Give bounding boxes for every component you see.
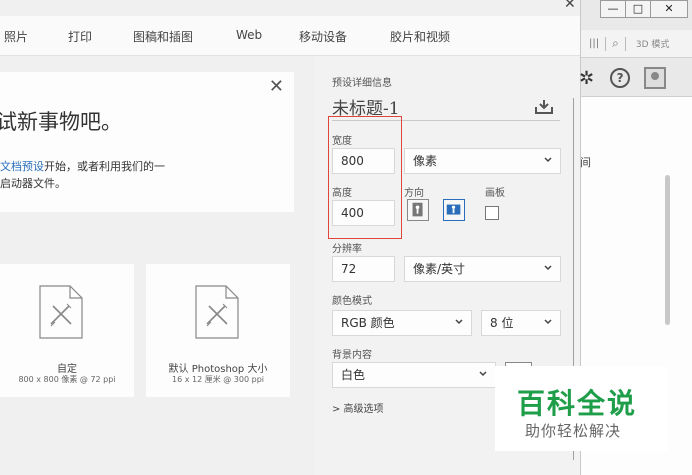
- chevron-down-icon: [544, 319, 552, 325]
- chevron-down-icon: [544, 265, 552, 271]
- resolution-unit-value: 像素/英寸: [413, 262, 466, 276]
- welcome-line1: 开始，或者利用我们的一: [44, 160, 165, 173]
- document-icon: [195, 285, 239, 339]
- size-highlight-box: [328, 116, 402, 239]
- background-contents-value: 白色: [341, 368, 366, 382]
- background-contents-select[interactable]: 白色: [332, 362, 496, 388]
- preset-name: 自定: [57, 364, 77, 375]
- tab-photo[interactable]: 照片: [4, 28, 28, 45]
- preset-card-default-photoshop[interactable]: 默认 Photoshop 大小 16 x 12 厘米 @ 300 ppi: [146, 264, 290, 397]
- chevron-down-icon: [544, 157, 552, 163]
- color-mode-value: RGB 颜色: [341, 316, 395, 330]
- preset-name: 默认 Photoshop 大小: [168, 364, 268, 375]
- portrait-icon: [412, 202, 423, 217]
- toolbar-divider: [605, 36, 607, 51]
- portrait-orientation-button[interactable]: [407, 199, 429, 221]
- preset-size: 800 x 800 像素 @ 72 ppi: [18, 375, 116, 384]
- user-icon[interactable]: [644, 67, 667, 89]
- welcome-text: 文档预设开始，或者利用我们的一 启动器文件。: [0, 158, 165, 192]
- document-icon: [39, 285, 83, 339]
- toolbar-divider: [624, 36, 626, 51]
- resolution-label: 分辨率: [332, 244, 362, 255]
- document-presets-link[interactable]: 文档预设: [0, 160, 44, 173]
- header-icons: ✲ ?: [579, 62, 692, 94]
- watermark-title: 百科全说: [517, 387, 638, 420]
- window-close-button[interactable]: ✕: [650, 0, 688, 18]
- options-toolbar: ||| ⌕ 3D 模式: [581, 30, 692, 58]
- close-icon[interactable]: ✕: [269, 76, 284, 97]
- save-preset-icon[interactable]: [535, 100, 553, 114]
- welcome-line2: 启动器文件。: [0, 177, 66, 190]
- color-mode-label: 颜色模式: [332, 296, 372, 307]
- color-mode-select[interactable]: RGB 颜色: [332, 310, 472, 336]
- tab-web[interactable]: Web: [236, 28, 262, 42]
- background-scrollbar[interactable]: [665, 175, 670, 325]
- gear-icon[interactable]: ✲: [579, 68, 594, 89]
- tab-film-video[interactable]: 胶片和视频: [390, 28, 450, 45]
- search-icon[interactable]: ⌕: [612, 36, 619, 51]
- tab-mobile[interactable]: 移动设备: [299, 28, 347, 45]
- artboard-checkbox[interactable]: [485, 206, 499, 220]
- help-icon[interactable]: ?: [610, 68, 631, 88]
- bit-depth-value: 8 位: [490, 316, 514, 330]
- presets-area: ✕ 试新事物吧。 文档预设开始，或者利用我们的一 启动器文件。 自定 800 x…: [0, 56, 315, 475]
- background-text-fragment: 间: [580, 156, 591, 169]
- background-contents-label: 背景内容: [332, 350, 372, 361]
- watermark-subtitle: 助你轻松解决: [525, 422, 622, 440]
- watermark: 百科全说 助你轻松解决: [495, 366, 667, 451]
- preset-card-custom[interactable]: 自定 800 x 800 像素 @ 72 ppi: [0, 264, 134, 397]
- 3d-mode-label[interactable]: 3D 模式: [636, 37, 670, 50]
- welcome-card: ✕ 试新事物吧。 文档预设开始，或者利用我们的一 启动器文件。: [0, 72, 294, 212]
- width-unit-value: 像素: [413, 154, 438, 168]
- maximize-button[interactable]: □: [625, 0, 651, 18]
- resolution-input[interactable]: 72: [332, 256, 395, 282]
- chevron-down-icon: [479, 371, 487, 377]
- tab-art-illustration[interactable]: 图稿和插图: [133, 28, 193, 45]
- resolution-unit-select[interactable]: 像素/英寸: [404, 256, 561, 282]
- dialog-close-icon[interactable]: ✕: [564, 0, 576, 12]
- orientation-label: 方向: [404, 188, 424, 199]
- preset-tabs: 照片 打印 图稿和插图 Web 移动设备 胶片和视频: [0, 16, 580, 56]
- minimize-button[interactable]: —: [600, 0, 626, 18]
- preset-details-label: 预设详细信息: [332, 78, 392, 89]
- landscape-icon: [446, 204, 461, 215]
- preset-size: 16 x 12 厘米 @ 300 ppi: [172, 375, 264, 384]
- advanced-options-toggle[interactable]: > 高级选项: [332, 400, 384, 415]
- landscape-orientation-button[interactable]: [443, 199, 465, 221]
- welcome-title: 试新事物吧。: [0, 110, 122, 134]
- tab-print[interactable]: 打印: [68, 28, 92, 45]
- bit-depth-select[interactable]: 8 位: [481, 310, 561, 336]
- artboard-label: 画板: [485, 188, 505, 199]
- window-controls: — □ ✕: [600, 0, 688, 20]
- width-unit-select[interactable]: 像素: [404, 148, 561, 174]
- align-icon[interactable]: |||: [589, 38, 599, 49]
- new-document-dialog: ✕ 照片 打印 图稿和插图 Web 移动设备 胶片和视频 ✕ 试新事物吧。 文档…: [0, 0, 580, 475]
- chevron-down-icon: [455, 319, 463, 325]
